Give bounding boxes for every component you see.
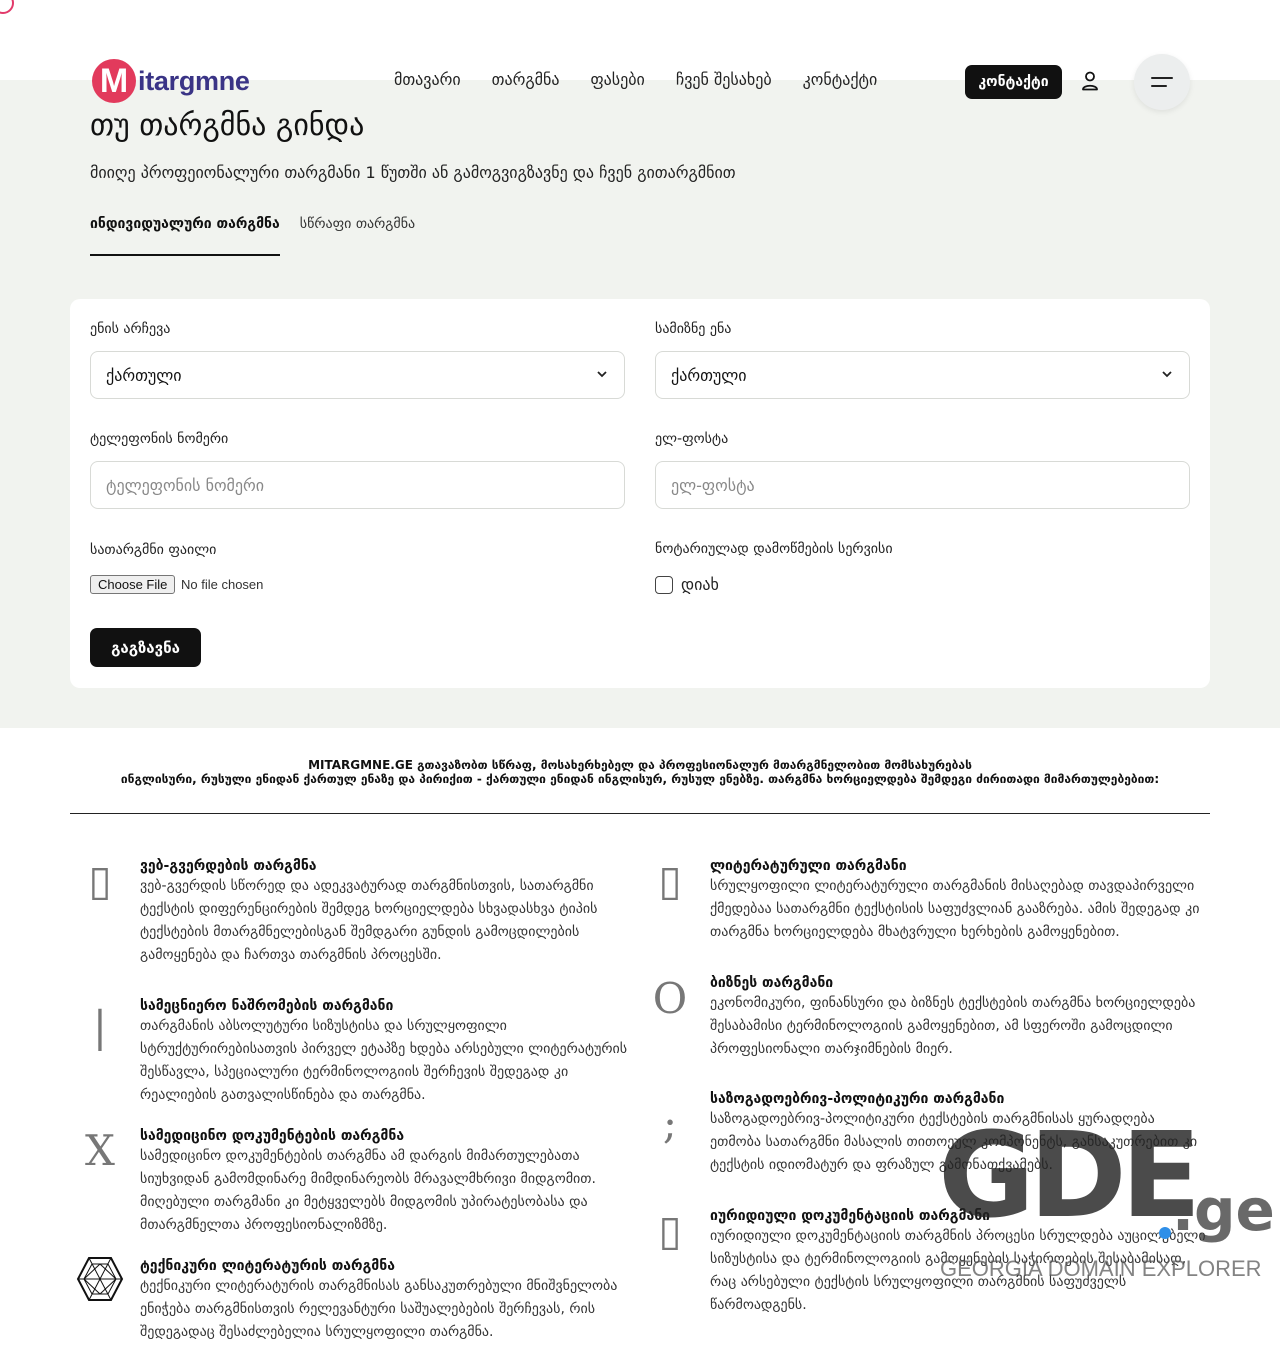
- page-title: თუ თარგმნა გინდა: [90, 108, 365, 143]
- service-icon-scientific: |: [92, 1001, 108, 1051]
- logo-text: itargmne: [138, 65, 250, 96]
- source-language-select[interactable]: ქართული: [90, 351, 625, 399]
- notary-checkbox[interactable]: [655, 576, 673, 594]
- contact-button[interactable]: კონტაქტი: [965, 65, 1062, 99]
- service-icon-political: ;: [662, 1098, 678, 1148]
- translation-tabs: ინდივიდუალური თარგმნა სწრაფი თარგმნა: [90, 216, 435, 256]
- service-description: ვებ-გვერდის სწორედ და ადეკვატურად თარგმნ…: [140, 878, 598, 963]
- service-medical: სამედიცინო დოკუმენტების თარგმნა სამედიცი…: [140, 1127, 640, 1237]
- service-title: ბიზნეს თარგმანი: [710, 975, 834, 991]
- menu-icon: [1151, 77, 1173, 79]
- service-literary: ლიტერატურული თარგმანი სრულყოფილი ლიტერატ…: [710, 857, 1210, 944]
- notary-label: ნოტარიულად დამოწმების სერვისი: [655, 541, 893, 557]
- chevron-down-icon: [597, 371, 607, 378]
- services-intro: MITARGMNE.GE გთავაზობთ სწრაფ, მოსახერხებ…: [70, 758, 1210, 786]
- file-status: No file chosen: [181, 577, 264, 592]
- service-description: სრულყოფილი ლიტერატურული თარგმანის მისაღე…: [710, 878, 1200, 940]
- translation-form: ენის არჩევა ქართული სამიზნე ენა ქართული …: [70, 299, 1210, 688]
- watermark-subtitle: GEORGIA DOMAIN EXPLORER: [940, 1256, 1262, 1281]
- file-label: სათარგმნი ფაილი: [90, 542, 217, 558]
- intro-line-1: MITARGMNE.GE გთავაზობთ სწრაფ, მოსახერხებ…: [308, 758, 972, 772]
- submit-button[interactable]: გაგზავნა: [90, 628, 201, 667]
- source-language-value: ქართული: [106, 365, 182, 385]
- logo-mark: M: [92, 59, 136, 103]
- service-description: თარგმანის აბსოლუტური სიზუსტისა და სრულყო…: [140, 1018, 628, 1103]
- corner-badge-icon: [0, 0, 14, 14]
- nav-item-prices[interactable]: ფასები: [590, 70, 644, 89]
- menu-button[interactable]: [1134, 54, 1190, 110]
- service-icon-medical: X: [85, 1125, 115, 1175]
- nav-item-contact[interactable]: კონტაქტი: [803, 70, 878, 89]
- email-label: ელ-ფოსტა: [655, 431, 729, 447]
- service-title: სამედიცინო დოკუმენტების თარგმნა: [140, 1128, 405, 1144]
- service-technical: ტექნიკური ლიტერატურის თარგმნა ტექნიკური …: [140, 1257, 640, 1344]
- email-input[interactable]: ელ-ფოსტა: [655, 461, 1190, 509]
- service-description: სამედიცინო დოკუმენტების თარგმნა ამ დარგი…: [140, 1148, 596, 1233]
- nav-item-translation[interactable]: თარგმნა: [492, 70, 560, 89]
- logo[interactable]: M itargmne: [92, 59, 250, 103]
- nav-item-about[interactable]: ჩვენ შესახებ: [676, 70, 772, 89]
- watermark: GDE .ge GEORGIA DOMAIN EXPLORER: [938, 1106, 1275, 1285]
- service-icon-legal: ▯: [658, 1205, 682, 1255]
- service-icon-business: O: [652, 973, 688, 1023]
- hexagon-web-icon: [76, 1257, 124, 1301]
- user-icon[interactable]: [1080, 70, 1100, 92]
- service-title: ლიტერატურული თარგმანი: [710, 858, 907, 874]
- choose-file-button[interactable]: Choose File: [90, 575, 176, 594]
- chevron-down-icon: [1162, 371, 1172, 378]
- target-language-select[interactable]: ქართული: [655, 351, 1190, 399]
- service-business: ბიზნეს თარგმანი ეკონომიკური, ფინანსური დ…: [710, 974, 1210, 1061]
- notary-option-label[interactable]: დიახ: [681, 575, 719, 594]
- watermark-suffix: .ge: [1172, 1176, 1275, 1244]
- phone-label: ტელეფონის ნომერი: [90, 431, 229, 447]
- site-header: M itargmne მთავარი თარგმნა ფასები ჩვენ შ…: [0, 50, 1280, 112]
- watermark-logo: GDE: [938, 1106, 1201, 1244]
- service-web: ვებ-გვერდების თარგმნა ვებ-გვერდის სწორედ…: [140, 857, 640, 967]
- service-title: სამეცნიერო ნაშრომების თარგმანი: [140, 998, 394, 1014]
- main-nav: მთავარი თარგმნა ფასები ჩვენ შესახებ კონტ…: [394, 70, 908, 89]
- service-description: ტექნიკური ლიტერატურის თარგმნისას განსაკუ…: [140, 1278, 618, 1340]
- target-language-value: ქართული: [671, 365, 747, 385]
- divider: [70, 813, 1210, 814]
- nav-item-home[interactable]: მთავარი: [394, 70, 461, 89]
- phone-input[interactable]: ტელეფონის ნომერი: [90, 461, 625, 509]
- tab-individual-translation[interactable]: ინდივიდუალური თარგმნა: [90, 216, 280, 256]
- target-language-label: სამიზნე ენა: [655, 321, 732, 337]
- service-scientific: სამეცნიერო ნაშრომების თარგმანი თარგმანის…: [140, 997, 640, 1107]
- service-icon-web: ▯: [88, 855, 112, 905]
- intro-line-2: ინგლისური, რუსული ენიდან ქართულ ენაზე და…: [120, 772, 1160, 786]
- service-description: ეკონომიკური, ფინანსური და ბიზნეს ტექსტებ…: [710, 995, 1196, 1057]
- watermark-dot-icon: [1159, 1227, 1171, 1239]
- service-title: ვებ-გვერდების თარგმნა: [140, 858, 317, 874]
- source-language-label: ენის არჩევა: [90, 321, 171, 337]
- menu-icon-bar: [1151, 85, 1167, 87]
- service-icon-literary: ▯: [658, 855, 682, 905]
- service-title: ტექნიკური ლიტერატურის თარგმნა: [140, 1258, 395, 1274]
- tab-quick-translation[interactable]: სწრაფი თარგმნა: [300, 216, 415, 256]
- page-subtitle: მიიღე პროფეიონალური თარგმანი 1 წუთში ან …: [90, 163, 736, 182]
